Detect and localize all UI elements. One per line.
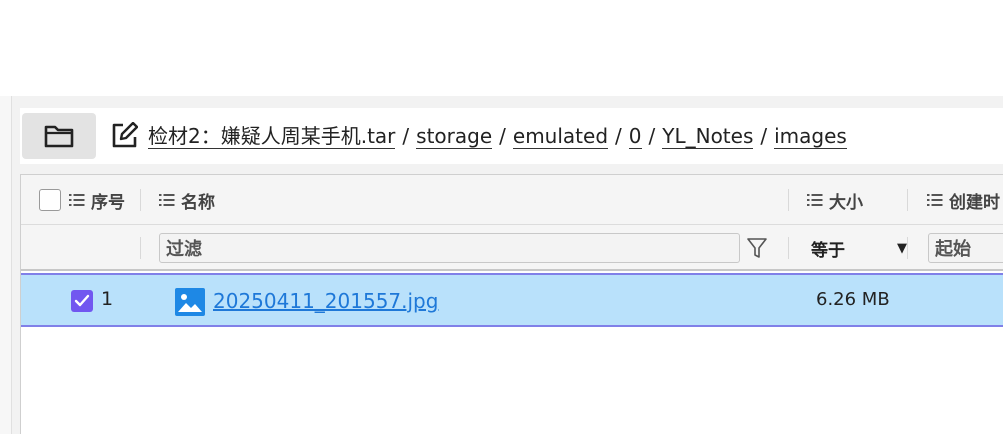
column-divider <box>788 237 789 259</box>
dropdown-arrow-icon: ▼ <box>897 240 907 256</box>
breadcrumb-item-images[interactable]: images <box>774 124 847 149</box>
filter-funnel-icon[interactable] <box>745 236 769 260</box>
created-from-input[interactable]: 起始 <box>928 233 1003 263</box>
image-file-icon <box>175 288 205 316</box>
header-index-label: 序号 <box>91 192 125 213</box>
list-icon[interactable] <box>927 193 943 207</box>
header-created-label: 创建时 <box>949 192 1000 213</box>
row-index: 1 <box>101 288 114 310</box>
breadcrumb-item-emulated[interactable]: emulated <box>512 124 609 149</box>
breadcrumb-separator: / <box>499 124 506 148</box>
table-row[interactable]: 1 20250411_201557.jpg 6.26 MB <box>21 273 1003 327</box>
folder-icon <box>44 125 74 148</box>
row-checkbox[interactable] <box>71 290 93 312</box>
top-blank-area <box>0 0 1003 96</box>
header-index[interactable]: 序号 <box>39 175 125 225</box>
name-filter-input[interactable]: 过滤 <box>159 233 740 263</box>
header-created[interactable]: 创建时 <box>927 175 1003 225</box>
edit-path-button[interactable] <box>109 121 139 151</box>
column-divider[interactable] <box>140 189 141 211</box>
breadcrumb-separator: / <box>402 124 410 148</box>
file-name-link[interactable]: 20250411_201557.jpg <box>213 289 438 313</box>
filter-row: 过滤 等于 ▼ 起始 <box>21 225 1003 271</box>
size-operator-select[interactable]: 等于 ▼ <box>811 233 907 263</box>
list-icon[interactable] <box>69 193 85 207</box>
left-panel-edge <box>0 96 12 434</box>
file-size: 6.26 MB <box>816 289 890 310</box>
header-name-label: 名称 <box>181 192 215 213</box>
table-header: 序号 名称 大小 创建时 <box>21 175 1003 225</box>
header-size[interactable]: 大小 <box>807 175 863 225</box>
column-divider[interactable] <box>907 189 908 211</box>
list-icon[interactable] <box>807 193 823 207</box>
breadcrumb: 检材2：嫌疑人周某手机.tar / storage / emulated / 0… <box>148 124 847 149</box>
open-folder-button[interactable] <box>22 113 96 159</box>
breadcrumb-separator: / <box>615 124 622 148</box>
header-size-label: 大小 <box>829 192 863 213</box>
checkmark-icon <box>74 294 90 307</box>
file-table: 序号 名称 大小 创建时 过滤 等于 ▼ 起始 1 20250411_20155… <box>20 174 1003 434</box>
column-divider[interactable] <box>788 189 789 211</box>
edit-icon <box>112 122 138 148</box>
size-operator-value: 等于 <box>811 240 845 261</box>
column-divider <box>140 237 141 259</box>
breadcrumb-separator: / <box>648 124 656 148</box>
path-bar: 检材2：嫌疑人周某手机.tar / storage / emulated / 0… <box>20 108 1003 164</box>
select-all-checkbox[interactable] <box>39 189 61 211</box>
breadcrumb-separator: / <box>760 124 768 148</box>
list-icon[interactable] <box>159 193 175 207</box>
column-divider <box>907 237 908 259</box>
breadcrumb-item-archive[interactable]: 检材2：嫌疑人周某手机.tar <box>148 124 396 149</box>
breadcrumb-item-yl-notes[interactable]: YL_Notes <box>662 124 754 149</box>
breadcrumb-item-storage[interactable]: storage <box>416 124 493 149</box>
breadcrumb-item-0[interactable]: 0 <box>628 124 642 149</box>
header-name[interactable]: 名称 <box>159 175 215 225</box>
